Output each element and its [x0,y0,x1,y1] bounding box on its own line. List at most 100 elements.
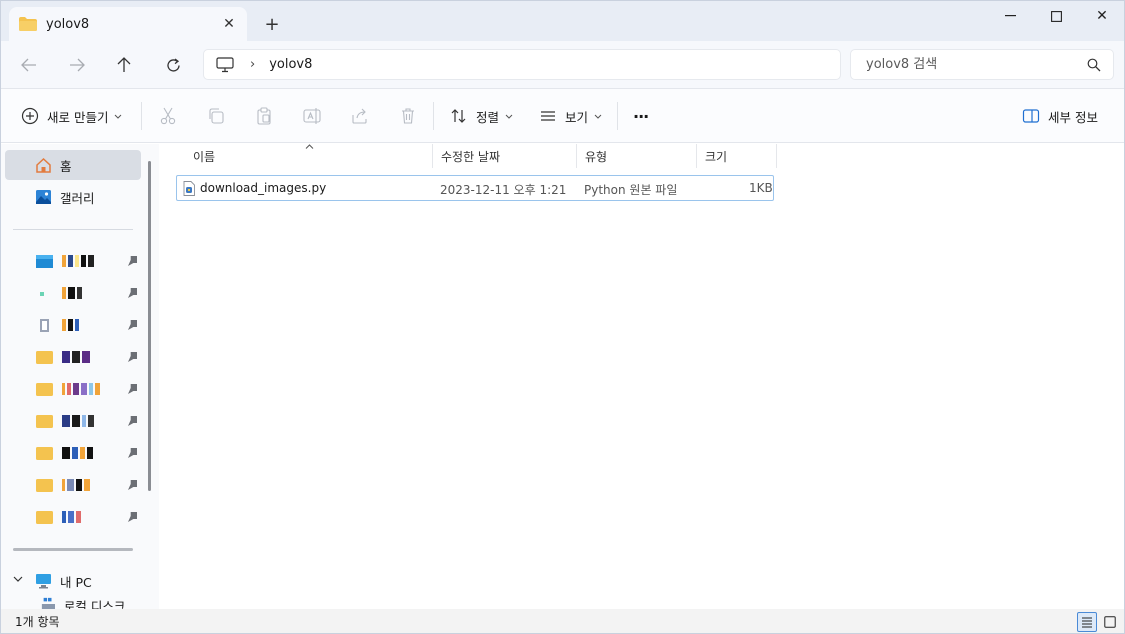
pinned-item[interactable] [36,509,140,525]
file-icon [40,292,44,296]
view-label: 보기 [565,109,589,125]
back-button[interactable] [16,53,42,77]
folder-icon [36,255,53,268]
chevron-down-icon [115,114,122,119]
file-size: 1KB [749,181,773,195]
obscured-label [62,255,94,267]
folder-icon [36,511,53,524]
sidebar-item-label: 내 PC [60,574,92,590]
details-pane-icon [1022,109,1040,123]
title-bar: yolov8 ✕ + ✕ [1,1,1124,41]
new-button[interactable]: 새로 만들기 [21,103,122,129]
breadcrumb-yolov8[interactable]: yolov8 [269,57,312,72]
search-input[interactable] [866,57,1076,72]
toolbar-divider [617,102,618,130]
navigation-bar: › yolov8 [1,41,1124,89]
view-button[interactable]: 보기 [539,103,602,129]
large-icons-view-button[interactable] [1100,612,1120,632]
search-box[interactable] [850,49,1114,80]
details-pane-button[interactable]: 세부 정보 [1022,103,1098,129]
chevron-down-icon[interactable] [13,575,23,585]
copy-icon[interactable] [206,106,226,126]
file-type: Python 원본 파일 [584,183,678,197]
pin-icon [128,448,137,458]
sidebar-item-this-pc[interactable]: 내 PC [5,566,141,596]
pin-icon [128,416,137,426]
navigation-pane: 홈 갤러리 내 PC 로컬 디스크 [1,144,159,609]
pinned-item[interactable] [36,349,140,365]
item-count: 1개 항목 [15,615,60,629]
pinned-item[interactable] [36,445,140,461]
sidebar-item-local-disk[interactable]: 로컬 디스크 (C:) [5,596,141,609]
large-icons-view-icon [1104,616,1116,628]
obscured-label [62,447,93,459]
pinned-item[interactable] [36,285,140,301]
up-button[interactable] [111,53,137,77]
plus-circle-icon [21,107,39,125]
status-bar: 1개 항목 [1,609,1124,633]
new-button-label: 새로 만들기 [47,109,109,125]
pinned-item[interactable] [36,413,140,429]
obscured-label [62,383,100,395]
sidebar-item-home[interactable]: 홈 [5,150,141,180]
list-view-icon [541,111,555,121]
obscured-label [62,415,94,427]
delete-icon[interactable] [398,106,418,126]
obscured-label [62,351,90,363]
refresh-button[interactable] [160,53,186,77]
pinned-item[interactable] [36,477,140,493]
file-modified-date: 2023-12-11 오후 1:21 [440,183,567,197]
column-header-size[interactable]: 크기 [697,144,777,168]
computer-icon [216,56,234,72]
column-header-name[interactable]: 이름 [185,144,433,168]
sidebar-item-label: 홈 [60,158,72,174]
file-name: download_images.py [200,181,327,195]
details-label: 세부 정보 [1048,109,1098,125]
obscured-label [62,479,90,491]
paste-icon[interactable] [254,106,274,126]
toolbar-divider [433,102,434,130]
folder-icon [36,351,53,364]
sidebar-scrollbar[interactable] [148,161,151,491]
pin-icon [128,480,137,490]
pin-icon [128,288,137,298]
minimize-icon [1004,15,1016,17]
close-window-button[interactable]: ✕ [1079,1,1125,31]
address-bar[interactable]: › yolov8 [203,49,841,80]
arrow-right-icon [70,58,85,72]
pinned-item[interactable] [36,381,140,397]
new-tab-button[interactable]: + [261,13,283,35]
details-view-icon [1082,617,1092,628]
pinned-item[interactable] [36,317,140,333]
tab-yolov8[interactable]: yolov8 ✕ [9,7,247,41]
pinned-item[interactable] [36,253,140,269]
rename-icon[interactable] [302,106,322,126]
sort-button[interactable]: 정렬 [450,103,513,129]
tab-title: yolov8 [46,16,90,32]
minimize-button[interactable] [987,1,1033,31]
maximize-button[interactable] [1033,1,1079,31]
folder-icon [36,447,53,460]
refresh-icon [166,57,180,72]
sidebar-section-divider [13,548,133,551]
forward-button[interactable] [64,53,90,77]
column-header-modified[interactable]: 수정한 날짜 [433,144,577,168]
close-tab-icon[interactable]: ✕ [219,14,239,34]
home-icon [36,157,51,173]
gallery-icon [36,190,51,204]
details-view-button[interactable] [1077,612,1097,632]
share-icon[interactable] [350,106,370,126]
sidebar-item-gallery[interactable]: 갤러리 [5,182,141,212]
obscured-label [62,319,79,331]
table-row[interactable]: download_images.py 2023-12-11 오후 1:21 Py… [176,175,774,201]
column-header-type[interactable]: 유형 [577,144,697,168]
more-options-button[interactable]: ··· [633,103,649,129]
python-file-icon [183,181,195,196]
breadcrumb-separator[interactable]: › [250,57,255,72]
cut-icon[interactable] [158,106,178,126]
command-bar: 새로 만들기 정렬 보기 ··· 세부 정보 [1,89,1124,143]
search-icon[interactable] [1087,58,1101,72]
drive-icon [41,597,55,609]
arrow-left-icon [21,58,36,72]
toolbar-divider [141,102,142,130]
